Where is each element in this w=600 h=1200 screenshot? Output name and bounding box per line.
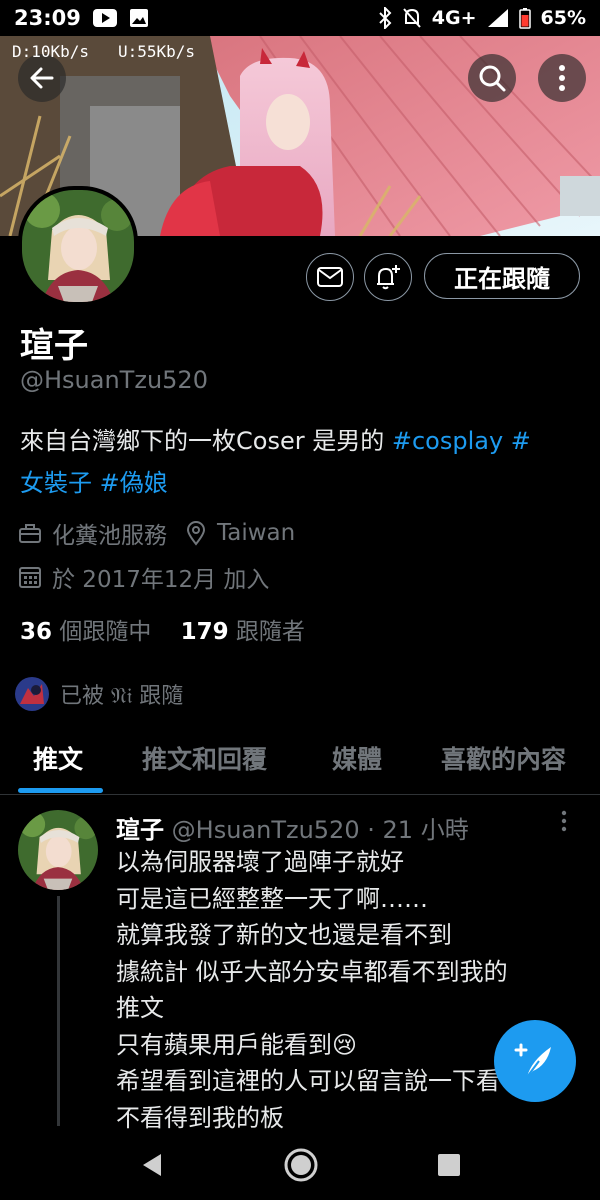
bio-text: 來自台灣鄉下的一枚Coser 是男的 bbox=[20, 427, 392, 455]
followers-link[interactable]: 179 跟隨者 bbox=[181, 619, 305, 645]
search-button[interactable] bbox=[468, 54, 516, 102]
upload-speed: U:55Kb/s bbox=[117, 42, 196, 61]
status-time: 23:09 bbox=[14, 6, 81, 30]
mute-bell-icon bbox=[402, 7, 422, 29]
youtube-notification-icon bbox=[92, 9, 117, 27]
profile-display-name: 瑄子 bbox=[20, 326, 88, 366]
status-bar: 23:09 4G+ 65% bbox=[0, 0, 600, 36]
search-icon bbox=[479, 65, 506, 92]
profile-meta-joined: 於 2017年12月 加入 bbox=[18, 560, 269, 594]
tweet-line: 就算我發了新的文也還是看不到 bbox=[116, 921, 452, 949]
feather-plus-icon bbox=[514, 1043, 551, 1078]
compose-tweet-button[interactable] bbox=[494, 1020, 576, 1102]
calendar-icon bbox=[19, 567, 41, 588]
network-speed: D:10Kb/s U:55Kb/s bbox=[12, 42, 195, 61]
image-notification-icon bbox=[129, 8, 149, 28]
tweet-author-avatar[interactable] bbox=[18, 810, 98, 890]
tweet-line: 可是這已經整整一天了啊…… bbox=[116, 884, 428, 913]
follower-avatar bbox=[15, 677, 49, 711]
bell-plus-icon bbox=[377, 265, 400, 290]
nav-home-button[interactable] bbox=[283, 1147, 319, 1187]
more-vertical-icon bbox=[561, 810, 567, 832]
profile-bio: 來自台灣鄉下的一枚Coser 是男的 #cosplay # 女裝子 #偽娘 bbox=[20, 420, 590, 504]
following-link[interactable]: 36 個跟隨中 bbox=[20, 619, 151, 645]
battery-percent: 65% bbox=[540, 7, 586, 29]
more-options-button[interactable] bbox=[538, 54, 586, 102]
mail-icon bbox=[317, 267, 343, 287]
arrow-left-icon bbox=[30, 67, 54, 89]
battery-icon bbox=[518, 7, 531, 29]
recents-square-icon bbox=[438, 1154, 460, 1176]
profile-handle: @HsuanTzu520 bbox=[20, 366, 208, 394]
thread-line bbox=[57, 896, 60, 1126]
tweet-more-button[interactable] bbox=[560, 810, 568, 836]
followers-label: 跟隨者 bbox=[235, 619, 305, 645]
nav-back-button[interactable] bbox=[139, 1152, 165, 1182]
profile-avatar[interactable] bbox=[18, 186, 138, 306]
tab-tweets-and-replies[interactable]: 推文和回覆 bbox=[142, 740, 267, 776]
tab-media[interactable]: 媒體 bbox=[332, 740, 382, 776]
network-type: 4G+ bbox=[431, 7, 477, 29]
active-tab-indicator bbox=[18, 788, 103, 793]
following-label: 個跟隨中 bbox=[59, 619, 152, 645]
tweet-time[interactable]: 21 小時 bbox=[383, 816, 469, 844]
tab-likes[interactable]: 喜歡的內容 bbox=[441, 740, 566, 776]
location-pin-icon bbox=[186, 521, 206, 546]
tweet-line: 以為伺服器壞了過陣子就好 bbox=[116, 848, 404, 876]
hashtag-crossdresser-part2[interactable]: 女裝子 bbox=[20, 469, 92, 497]
followed-by-row[interactable]: 已被 𝔑𝔦 跟隨 bbox=[14, 676, 183, 712]
hashtag-trap[interactable]: #偽娘 bbox=[100, 469, 168, 497]
back-button[interactable] bbox=[18, 54, 66, 102]
tweet-author-handle: @HsuanTzu520 bbox=[171, 816, 360, 844]
back-triangle-icon bbox=[143, 1154, 161, 1176]
avatar-image bbox=[18, 810, 98, 890]
signal-icon bbox=[487, 8, 509, 28]
tweet-header: 瑄子 @HsuanTzu520 · 21 小時 bbox=[116, 810, 469, 845]
profile-meta-category-location: 化糞池服務 Taiwan bbox=[18, 516, 295, 550]
follow-counts: 36 個跟隨中 179 跟隨者 bbox=[20, 612, 305, 646]
hashtag-crossdresser-part1[interactable]: # bbox=[511, 427, 531, 455]
bluetooth-icon bbox=[378, 7, 392, 29]
tab-tweets[interactable]: 推文 bbox=[33, 740, 83, 776]
avatar-image bbox=[22, 190, 134, 302]
tweet-separator: · bbox=[367, 816, 375, 844]
nav-recents-button[interactable] bbox=[437, 1153, 461, 1181]
download-speed: D:10Kb/s bbox=[12, 42, 90, 61]
message-button[interactable] bbox=[306, 253, 354, 301]
tweet-author-name[interactable]: 瑄子 bbox=[116, 816, 164, 844]
tweet-line: 不看得到我的板 bbox=[116, 1103, 284, 1132]
followed-by-label: 已被 𝔑𝔦 跟隨 bbox=[60, 684, 184, 709]
home-circle-icon bbox=[284, 1148, 318, 1182]
following-button[interactable]: 正在跟隨 bbox=[424, 253, 580, 299]
followers-count: 179 bbox=[180, 619, 229, 645]
profile-joined-date: 於 2017年12月 加入 bbox=[52, 567, 270, 593]
profile-location: Taiwan bbox=[217, 520, 296, 546]
more-vertical-icon bbox=[559, 65, 565, 91]
profile-category: 化糞池服務 bbox=[52, 523, 167, 549]
following-count: 36 bbox=[20, 619, 53, 645]
notify-button[interactable] bbox=[364, 253, 412, 301]
tweet-line: 據統計 似乎大部分安卓都看不到我的 bbox=[116, 957, 508, 986]
tweet-line: 推文 bbox=[116, 994, 164, 1022]
briefcase-icon bbox=[19, 524, 41, 543]
hashtag-cosplay[interactable]: #cosplay bbox=[392, 427, 503, 455]
system-navigation-bar bbox=[0, 1134, 600, 1200]
profile-tabs: 推文 推文和回覆 媒體 喜歡的內容 bbox=[0, 730, 600, 795]
